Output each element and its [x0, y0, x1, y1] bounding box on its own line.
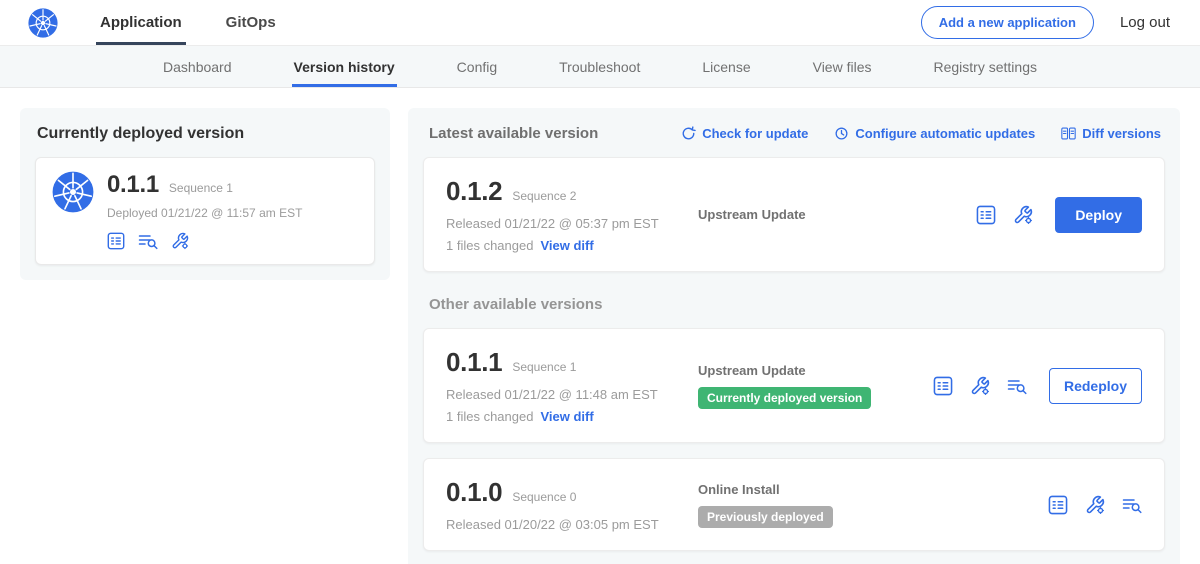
configure-automatic-updates-label: Configure automatic updates [855, 126, 1035, 141]
main-content: Currently deployed version 0.1.1 Sequenc… [0, 88, 1200, 564]
deployed-panel-title: Currently deployed version [37, 125, 373, 143]
subnav-item-config[interactable]: Config [455, 46, 499, 87]
config-icon[interactable] [171, 232, 189, 250]
deploy-logs-icon[interactable] [1007, 376, 1027, 396]
files-changed-label: 1 files changed [446, 238, 533, 253]
deployed-version-card: 0.1.1 Sequence 1 Deployed 01/21/22 @ 11:… [35, 157, 375, 265]
preflight-checks-icon[interactable] [976, 205, 996, 225]
configure-automatic-updates-link[interactable]: Configure automatic updates [834, 126, 1035, 141]
sequence-label: Sequence 1 [512, 360, 576, 374]
version-card-0-1-0: 0.1.0 Sequence 0 Released 01/20/22 @ 03:… [423, 458, 1165, 551]
deployed-icon-row [107, 232, 302, 250]
subnav-item-view-files[interactable]: View files [811, 46, 874, 87]
add-application-button[interactable]: Add a new application [921, 6, 1094, 39]
deployed-version-info: 0.1.1 Sequence 1 Deployed 01/21/22 @ 11:… [107, 171, 302, 250]
diff-versions-link[interactable]: Diff versions [1061, 126, 1161, 141]
preflight-checks-icon[interactable] [1048, 495, 1068, 515]
app-subnav: Dashboard Version history Config Trouble… [0, 46, 1200, 88]
version-card-source: Upstream Update [698, 207, 976, 222]
clock-icon [834, 126, 849, 141]
currently-deployed-badge: Currently deployed version [698, 387, 871, 409]
sequence-label: Sequence 2 [512, 189, 576, 203]
logout-button[interactable]: Log out [1120, 14, 1170, 31]
version-card-actions: Deploy [976, 197, 1142, 233]
available-panel-header: Latest available version Check for updat… [423, 123, 1165, 142]
version-source-label: Upstream Update [698, 363, 923, 378]
top-tabs: Application GitOps [96, 0, 316, 45]
kubernetes-logo [28, 8, 58, 38]
top-bar: Application GitOps Add a new application… [0, 0, 1200, 46]
version-source-label: Upstream Update [698, 207, 966, 222]
version-card-0-1-2: 0.1.2 Sequence 2 Released 01/21/22 @ 05:… [423, 157, 1165, 272]
deploy-logs-icon[interactable] [138, 232, 158, 250]
tab-application[interactable]: Application [96, 0, 186, 45]
refresh-icon [681, 126, 696, 141]
version-card-source: Upstream Update Currently deployed versi… [698, 363, 933, 409]
sequence-label: Sequence 0 [512, 490, 576, 504]
view-diff-link[interactable]: View diff [540, 409, 593, 424]
version-number: 0.1.2 [446, 176, 502, 207]
subnav-item-version-history[interactable]: Version history [292, 46, 397, 87]
preflight-checks-icon[interactable] [107, 232, 125, 250]
config-icon[interactable] [1085, 495, 1105, 515]
released-timestamp: Released 01/21/22 @ 05:37 pm EST [446, 216, 698, 231]
version-number: 0.1.0 [446, 477, 502, 508]
available-versions-panel: Latest available version Check for updat… [408, 108, 1180, 564]
latest-available-title: Latest available version [429, 125, 598, 142]
other-versions-title: Other available versions [429, 296, 1159, 313]
released-timestamp: Released 01/21/22 @ 11:48 am EST [446, 387, 698, 402]
previously-deployed-badge: Previously deployed [698, 506, 833, 528]
subnav-item-registry-settings[interactable]: Registry settings [932, 46, 1039, 87]
files-changed-label: 1 files changed [446, 409, 533, 424]
diff-icon [1061, 126, 1076, 141]
deployed-sequence-label: Sequence 1 [169, 181, 233, 195]
version-card-0-1-1: 0.1.1 Sequence 1 Released 01/21/22 @ 11:… [423, 328, 1165, 443]
files-changed-row: 1 files changed View diff [446, 238, 698, 253]
currently-deployed-panel: Currently deployed version 0.1.1 Sequenc… [20, 108, 390, 280]
version-card-info: 0.1.1 Sequence 1 Released 01/21/22 @ 11:… [446, 347, 698, 424]
deploy-logs-icon[interactable] [1122, 495, 1142, 515]
tab-gitops[interactable]: GitOps [222, 0, 280, 45]
config-icon[interactable] [1013, 205, 1033, 225]
deployed-timestamp: Deployed 01/21/22 @ 11:57 am EST [107, 206, 302, 220]
check-for-update-label: Check for update [702, 126, 808, 141]
subnav-item-dashboard[interactable]: Dashboard [161, 46, 234, 87]
config-icon[interactable] [970, 376, 990, 396]
version-card-source: Online Install Previously deployed [698, 482, 1048, 528]
released-timestamp: Released 01/20/22 @ 03:05 pm EST [446, 517, 698, 532]
version-card-actions: Redeploy [933, 368, 1142, 404]
diff-versions-label: Diff versions [1082, 126, 1161, 141]
version-card-actions [1048, 495, 1142, 515]
version-source-label: Online Install [698, 482, 1038, 497]
preflight-checks-icon[interactable] [933, 376, 953, 396]
files-changed-row: 1 files changed View diff [446, 409, 698, 424]
version-card-info: 0.1.2 Sequence 2 Released 01/21/22 @ 05:… [446, 176, 698, 253]
kubernetes-logo [52, 171, 94, 213]
version-number: 0.1.1 [446, 347, 502, 378]
version-card-info: 0.1.0 Sequence 0 Released 01/20/22 @ 03:… [446, 477, 698, 532]
deployed-version-number: 0.1.1 [107, 171, 159, 199]
view-diff-link[interactable]: View diff [540, 238, 593, 253]
redeploy-button[interactable]: Redeploy [1049, 368, 1142, 404]
subnav-item-troubleshoot[interactable]: Troubleshoot [557, 46, 642, 87]
deploy-button[interactable]: Deploy [1055, 197, 1142, 233]
available-panel-actions: Check for update Configure automatic upd… [681, 126, 1161, 141]
check-for-update-link[interactable]: Check for update [681, 126, 808, 141]
subnav-item-license[interactable]: License [700, 46, 752, 87]
